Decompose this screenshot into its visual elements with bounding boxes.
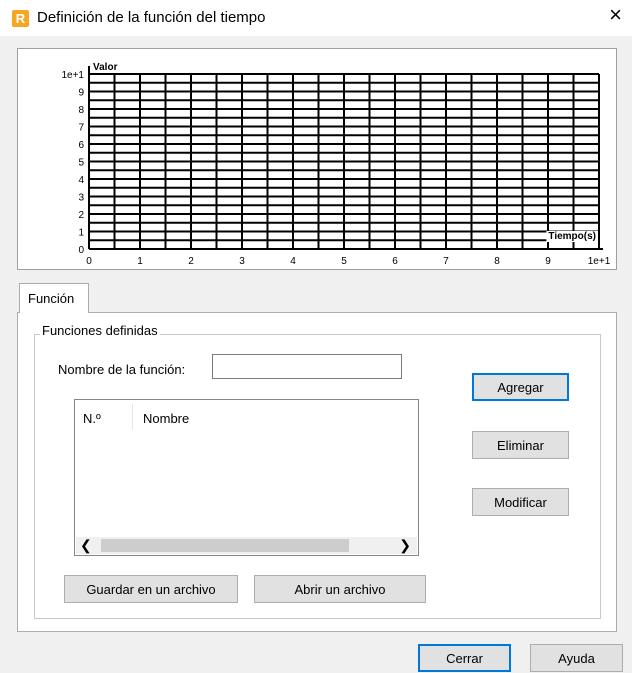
defined-functions-group-title: Funciones definidas — [40, 323, 160, 338]
scrollbar-thumb[interactable] — [101, 539, 349, 552]
column-header-number[interactable]: N.º — [83, 411, 101, 426]
x-tick-label: 3 — [239, 256, 245, 267]
column-header-name[interactable]: Nombre — [143, 411, 189, 426]
y-tick-label: 2 — [78, 210, 84, 221]
window-title: Definición de la función del tiempo — [37, 9, 266, 26]
y-tick-label: 1 — [78, 228, 84, 239]
y-tick-label: 8 — [78, 105, 84, 116]
time-function-chart: 0 1 2 3 4 5 6 7 8 9 1e+1 0 1 2 3 4 5 6 7 8 9 1e+1 Valor Tiempo(… — [17, 48, 617, 270]
chevron-left-icon[interactable]: ❮ — [80, 537, 92, 554]
x-tick-label: 5 — [341, 256, 347, 267]
y-tick-label: 1e+1 — [61, 70, 84, 81]
horizontal-scrollbar[interactable]: ❮ ❯ — [76, 537, 417, 554]
x-tick-label: 2 — [188, 256, 194, 267]
x-tick-label: 6 — [392, 256, 398, 267]
x-tick-label: 1e+1 — [588, 256, 611, 267]
x-tick-label: 7 — [443, 256, 449, 267]
y-tick-label: 7 — [78, 123, 84, 134]
delete-button[interactable]: Eliminar — [472, 431, 569, 459]
open-file-button[interactable]: Abrir un archivo — [254, 575, 426, 603]
y-tick-label: 4 — [78, 175, 84, 186]
y-tick-label: 0 — [78, 245, 84, 256]
revit-r-icon: R — [12, 10, 29, 27]
function-name-label: Nombre de la función: — [58, 362, 186, 377]
chevron-right-icon[interactable]: ❯ — [399, 537, 411, 554]
modify-button[interactable]: Modificar — [472, 488, 569, 516]
x-tick-label: 1 — [137, 256, 143, 267]
title-bar: R Definición de la función del tiempo × — [0, 0, 632, 36]
close-button[interactable]: Cerrar — [418, 644, 511, 672]
y-tick-label: 3 — [78, 193, 84, 204]
functions-list[interactable]: N.º Nombre ❮ ❯ — [74, 399, 419, 556]
x-tick-label: 4 — [290, 256, 296, 267]
tab-funcion-label: Función — [28, 291, 75, 306]
function-name-input[interactable] — [212, 354, 402, 379]
x-tick-label: 9 — [545, 256, 551, 267]
tab-funcion[interactable]: Función — [19, 283, 89, 313]
x-tick-label: 8 — [494, 256, 500, 267]
add-button[interactable]: Agregar — [472, 373, 569, 401]
y-tick-label: 6 — [78, 140, 84, 151]
chart-canvas: 0 1 2 3 4 5 6 7 8 9 1e+1 0 1 2 3 4 5 6 7 8 9 1e+1 Valor Tiempo(… — [61, 62, 611, 267]
y-tick-label: 9 — [78, 88, 84, 99]
close-icon[interactable]: × — [609, 4, 622, 26]
help-button[interactable]: Ayuda — [530, 644, 623, 672]
y-tick-label: 5 — [78, 158, 84, 169]
y-axis-label: Valor — [93, 62, 118, 73]
x-tick-label: 0 — [86, 256, 92, 267]
x-axis-label: Tiempo(s) — [548, 231, 596, 242]
save-to-file-button[interactable]: Guardar en un archivo — [64, 575, 238, 603]
column-separator[interactable] — [132, 404, 133, 430]
